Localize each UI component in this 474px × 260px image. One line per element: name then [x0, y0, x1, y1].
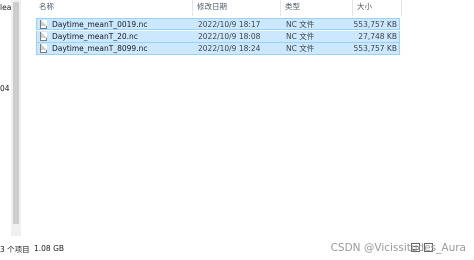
file-icon [40, 44, 47, 53]
column-header-type[interactable]: 类型 [282, 0, 355, 16]
scrollbar-thumb[interactable] [13, 2, 19, 224]
column-header-name[interactable]: 名称 [36, 0, 194, 16]
file-type: NC 文件 [286, 20, 315, 29]
file-size: 553,757 KB [353, 44, 397, 53]
file-row[interactable]: Daytime_meanT_0019.nc 2022/10/9 18:17 NC… [36, 18, 400, 30]
status-item-count: 3 个项目 [0, 245, 30, 254]
navigation-scrollbar[interactable] [11, 0, 21, 236]
file-type: NC 文件 [286, 44, 315, 53]
file-date-modified: 2022/10/9 18:17 [198, 20, 261, 29]
file-row[interactable]: Daytime_meanT_8099.nc 2022/10/9 18:24 NC… [36, 43, 400, 55]
file-icon [40, 32, 47, 41]
file-row[interactable]: Daytime_meanT_20.nc 2022/10/9 18:08 NC 文… [36, 31, 400, 43]
file-name: Daytime_meanT_8099.nc [52, 44, 148, 53]
column-header-date-modified[interactable]: 修改日期 [194, 0, 280, 16]
column-divider[interactable] [401, 0, 402, 16]
file-size: 27,748 KB [358, 32, 397, 41]
file-type: NC 文件 [286, 32, 315, 41]
column-divider[interactable] [280, 0, 281, 16]
column-divider[interactable] [192, 0, 193, 16]
file-icon [40, 20, 47, 29]
column-header-size[interactable]: 大小 [354, 0, 404, 16]
navigation-pane: leas 04 (w [0, 0, 21, 236]
file-name: Daytime_meanT_0019.nc [52, 20, 148, 29]
file-date-modified: 2022/10/9 18:08 [198, 32, 261, 41]
watermark: CSDN @Vicissitudes_Aura [330, 242, 466, 254]
file-size: 553,757 KB [353, 20, 397, 29]
file-date-modified: 2022/10/9 18:24 [198, 44, 261, 53]
file-name: Daytime_meanT_20.nc [52, 32, 138, 41]
column-divider[interactable] [352, 0, 353, 16]
status-selection-size: 1.08 GB [34, 244, 65, 253]
